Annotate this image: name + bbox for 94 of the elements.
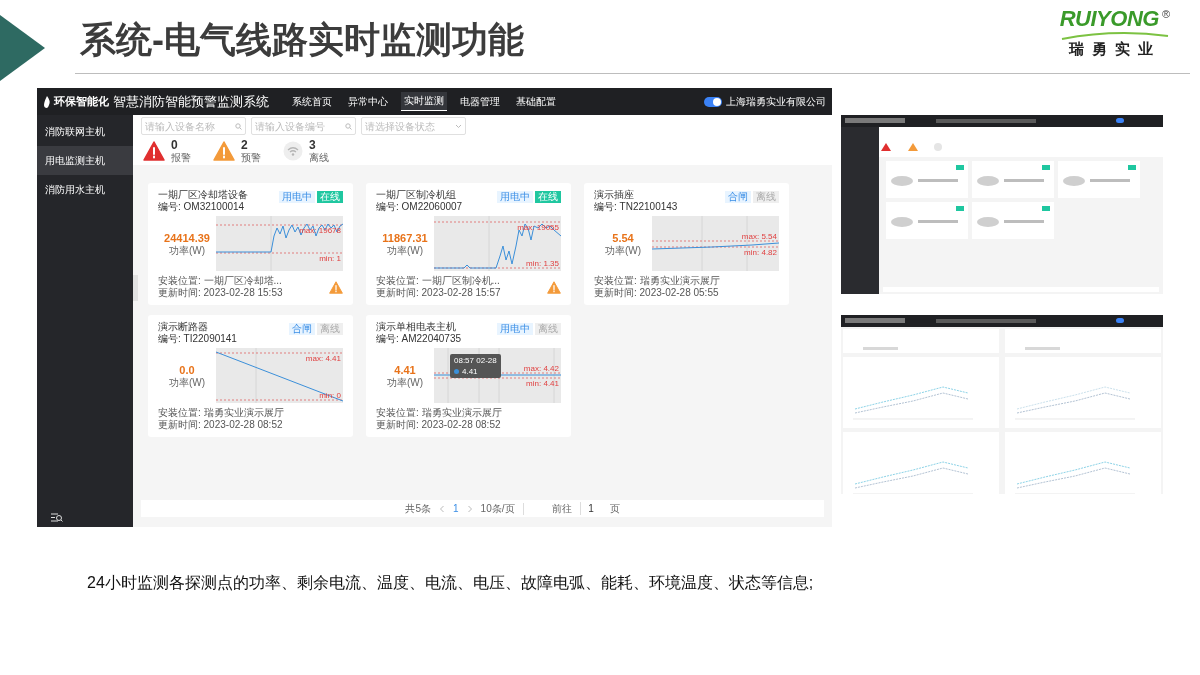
status-tag: 用电中 (279, 191, 315, 203)
power-value: 4.41 (394, 362, 416, 377)
min-label: min: 1.35 (526, 259, 559, 268)
logo-subtitle: 瑞勇实业 (1068, 40, 1161, 58)
power-value: 5.54 (612, 230, 634, 245)
status-tag: 用电中 (497, 191, 533, 203)
page-suffix: 页 (609, 502, 620, 516)
min-label: min: 4.82 (744, 248, 777, 257)
status-tag: 合闸 (725, 191, 751, 203)
device-code: 编号: OM22060007 (376, 201, 463, 213)
search-icon (235, 122, 242, 130)
system-title: 智慧消防智能预警监测系统 (113, 92, 269, 111)
tooltip-value: 4.41 (462, 366, 478, 377)
wifi-icon (283, 141, 303, 161)
company-name: 上海瑞勇实业有限公司 (726, 95, 826, 109)
goto-label: 前往 (551, 502, 572, 516)
total-count: 共5条 (405, 502, 432, 516)
chevron-down-icon (455, 123, 462, 129)
max-label: max: 5.54 (741, 232, 777, 241)
stat-count: 3 (309, 139, 317, 152)
update-time: 更新时间: 2023-02-28 08:52 (376, 419, 502, 431)
page-size-select[interactable]: 10条/页 (480, 501, 515, 516)
power-value: 0.0 (179, 362, 195, 377)
status-tag: 用电中 (497, 323, 533, 335)
install-location: 安装位置: 瑞勇实业演示展厅 (376, 407, 502, 419)
alert-triangle-icon (213, 141, 235, 161)
device-name: 一期厂区冷却塔设备 (158, 189, 248, 201)
search-field[interactable]: 请输入设备编号 (251, 117, 356, 135)
update-time: 更新时间: 2023-02-28 05:55 (594, 287, 720, 299)
sidebar-item[interactable]: 消防用水主机 (37, 175, 133, 204)
next-page-button[interactable] (466, 504, 473, 513)
status-select[interactable]: 请选择设备状态 (361, 117, 466, 135)
max-label: max: 4.41 (305, 354, 341, 363)
min-label: min: 1 (319, 254, 341, 263)
logo-swoosh-icon (1059, 32, 1170, 40)
device-code: 编号: TI22090141 (158, 333, 237, 345)
max-label: max: 4.42 (523, 364, 559, 373)
brand-name: 环保智能化 (54, 94, 109, 110)
power-unit: 功率(W) (386, 244, 424, 257)
goto-page-field[interactable]: 1 (579, 502, 602, 515)
nav-tab[interactable]: 基础配置 (513, 92, 559, 111)
status-tag: 离线 (753, 191, 779, 203)
device-name: 演示断路器 (158, 321, 209, 333)
power-value: 11867.31 (382, 230, 428, 245)
stat-label: 报警 (171, 152, 191, 163)
registered-mark: ® (1161, 7, 1170, 22)
toggle-switch[interactable] (704, 96, 722, 107)
device-name: 一期厂区制冷机组 (376, 189, 457, 201)
search-icon (345, 122, 352, 130)
slide-caption: 24小时监测各探测点的功率、剩余电流、温度、电流、电压、故障电弧、能耗、环境温度、状态等信息; (87, 573, 815, 593)
power-unit: 功率(W) (168, 376, 206, 389)
power-unit: 功率(W) (386, 376, 424, 389)
prev-page-button[interactable] (439, 504, 446, 513)
alert-triangle-icon (143, 141, 165, 161)
update-time: 更新时间: 2023-02-28 15:53 (158, 287, 283, 299)
install-location: 安装位置: 一期厂区冷却塔... (158, 275, 283, 287)
device-code: 编号: OM32100014 (158, 201, 246, 213)
status-tag: 在线 (535, 191, 561, 203)
status-tag: 离线 (535, 323, 561, 335)
device-code: 编号: AM22040735 (376, 333, 462, 345)
power-value: 24414.39 (164, 230, 210, 245)
power-unit: 功率(W) (168, 244, 206, 257)
tooltip-time: 08:57 02-28 (454, 355, 497, 366)
triangle-marker-icon (0, 15, 45, 81)
device-name: 演示单相电表主机 (376, 321, 457, 333)
status-tag: 离线 (317, 323, 343, 335)
menu-search-icon (51, 513, 63, 523)
status-tag: 合闸 (289, 323, 315, 335)
collapse-handle[interactable] (133, 275, 138, 301)
stat-count: 0 (171, 139, 179, 152)
nav-tab[interactable]: 系统首页 (289, 92, 335, 111)
power-unit: 功率(W) (604, 244, 642, 257)
stat-label: 预警 (241, 152, 261, 163)
nav-tab[interactable]: 异常中心 (345, 92, 391, 111)
device-code: 编号: TN22100143 (594, 201, 678, 213)
min-label: min: 4.41 (526, 379, 559, 388)
flame-logo-icon (43, 95, 51, 108)
sidebar-item[interactable]: 用电监测主机 (37, 146, 133, 175)
device-name: 演示插座 (594, 189, 635, 201)
page-number[interactable]: 1 (453, 501, 459, 516)
slide-title: 系统-电气线路实时监测功能 (80, 18, 524, 62)
update-time: 更新时间: 2023-02-28 08:52 (158, 419, 284, 431)
status-tag: 在线 (317, 191, 343, 203)
stat-label: 离线 (309, 152, 329, 163)
update-time: 更新时间: 2023-02-28 15:57 (376, 287, 501, 299)
install-location: 安装位置: 瑞勇实业演示展厅 (594, 275, 720, 287)
search-field[interactable]: 请输入设备名称 (141, 117, 246, 135)
install-location: 安装位置: 瑞勇实业演示展厅 (158, 407, 284, 419)
stat-count: 2 (241, 139, 249, 152)
nav-tab[interactable]: 电器管理 (457, 92, 503, 111)
install-location: 安装位置: 一期厂区制冷机... (376, 275, 501, 287)
nav-tab[interactable]: 实时监测 (401, 92, 447, 111)
logo-wordmark: RUIYONG (1059, 6, 1159, 32)
sidebar-item[interactable]: 消防联网主机 (37, 117, 133, 146)
